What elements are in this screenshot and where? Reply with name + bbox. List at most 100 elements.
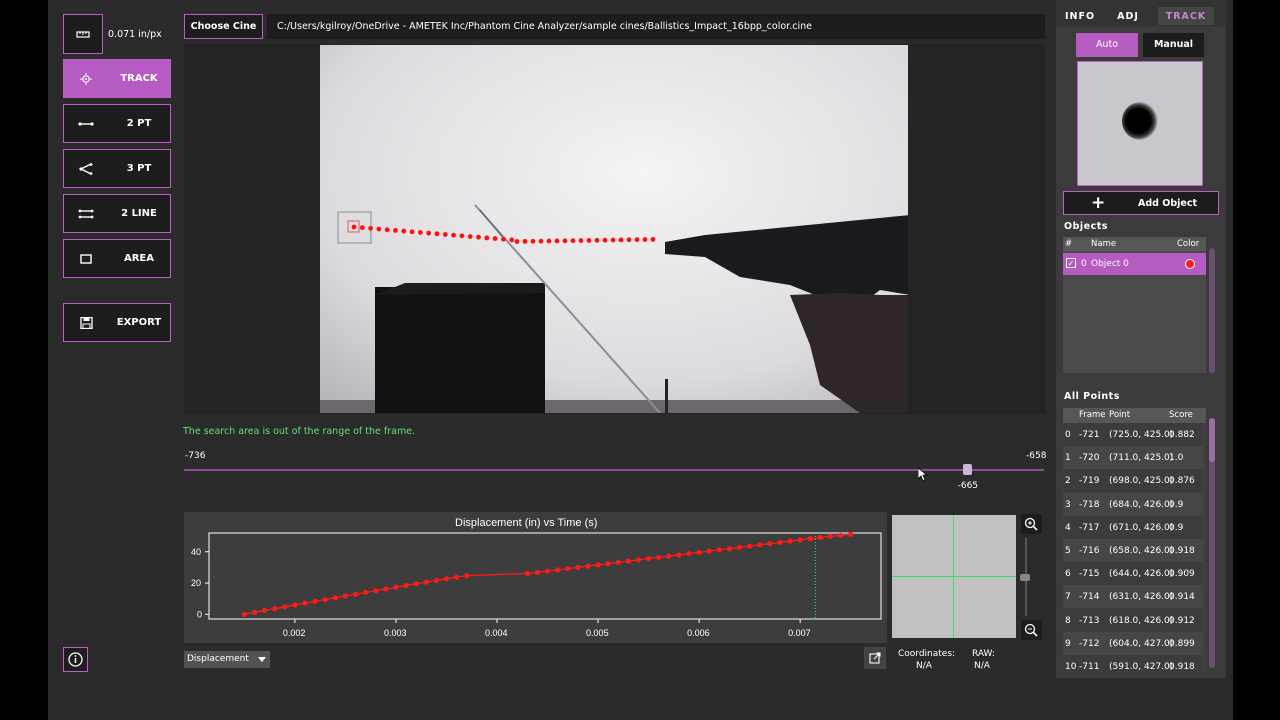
track-dot [594,237,600,243]
add-object-button[interactable]: + Add Object [1063,191,1219,215]
point-index: 10 [1065,662,1077,672]
tool-2pt-button[interactable]: 2 PT [63,104,171,143]
data-point [615,559,621,565]
data-point [807,536,813,542]
point-row[interactable]: 1 -720 (711.0, 425.0) 1.0 [1063,446,1203,470]
track-dot [426,230,432,236]
export-label: EXPORT [116,317,162,328]
track-dot [484,235,490,241]
track-dot [393,228,398,233]
point-index: 0 [1065,430,1071,440]
point-score: 1.0 [1169,453,1184,464]
timeline-handle[interactable] [962,464,972,475]
data-point [575,564,581,570]
point-row[interactable]: 5 -716 (658.0, 426.0) 0.918 [1063,539,1203,562]
data-point [322,597,328,603]
plot-select-value: Displacement [187,654,249,664]
x-tick-label: 0.002 [283,628,306,638]
point-point: (658.0, 426.0) [1109,546,1174,556]
object-row[interactable]: ✓ 0 Object 0 [1063,253,1206,275]
data-point [817,534,823,541]
data-point [544,568,551,574]
point-row[interactable]: 8 -713 (618.0, 426.0) 0.912 [1063,608,1203,632]
track-dot [546,238,552,244]
points-header: Frame Point Score [1063,408,1206,423]
timeline-min: -736 [185,451,206,461]
scale-button[interactable] [63,14,103,54]
data-point [332,595,338,601]
tab-info[interactable]: INFO [1060,7,1100,25]
three-point-icon [79,163,93,175]
data-point [443,576,450,582]
track-dot [509,237,515,243]
data-point [312,598,318,604]
track-dot [618,237,624,243]
mode-manual-button[interactable]: Manual [1143,33,1204,57]
object-name: Object 0 [1091,259,1129,269]
point-index: 1 [1065,453,1071,464]
data-point [716,547,722,553]
plot-select[interactable]: Displacement [184,651,270,668]
zoom-slider-handle[interactable] [1020,574,1030,581]
point-row[interactable]: 4 -717 (671.0, 426.0) 0.9 [1063,515,1203,539]
points-scrollbar-thumb[interactable] [1209,418,1215,462]
export-button[interactable]: EXPORT [63,303,171,342]
track-dot [442,232,448,237]
data-point [352,591,359,597]
info-button[interactable] [63,647,88,672]
zoom-out-button[interactable] [1021,620,1042,640]
point-row[interactable]: 10 -711 (591.0, 427.0) 0.918 [1063,655,1203,673]
point-frame: -720 [1079,453,1100,464]
object-checkbox[interactable]: ✓ [1066,258,1076,268]
data-point [747,543,753,549]
point-row[interactable]: 9 -712 (604.0, 427.0) 0.899 [1063,631,1203,655]
point-score: 0.918 [1169,662,1195,672]
preview-crosshair-v [953,515,954,638]
track-dot [570,238,576,244]
scale-value: 0.071 in/px [108,29,162,40]
displacement-chart[interactable]: Displacement (in) vs Time (s) 0.002 0.003 0… [184,512,887,643]
video-viewport[interactable] [184,44,1045,414]
x-tick-label: 0.003 [384,628,407,638]
tab-adj[interactable]: ADJ [1108,7,1148,25]
point-point: (711.0, 425.0) [1109,453,1174,464]
point-point: (684.0, 426.0) [1109,499,1174,510]
point-row[interactable]: 3 -718 (684.0, 426.0) 0.9 [1063,492,1203,516]
point-row[interactable]: 2 -719 (698.0, 425.0) 0.876 [1063,469,1203,493]
timeline-track[interactable]: -665 [184,464,1044,491]
track-dot [384,227,390,233]
cine-path-field[interactable]: C:/Users/kgilroy/OneDrive - AMETEK Inc/P… [267,14,1045,39]
data-point [433,577,439,583]
points-scrollbar[interactable] [1209,418,1215,668]
choose-cine-button[interactable]: Choose Cine [184,14,263,39]
objects-scrollbar[interactable] [1209,248,1215,373]
tool-label: TRACK [120,73,158,84]
y-tick-label: 0 [197,609,202,619]
tool-area-button[interactable]: AREA [63,239,171,278]
data-point [625,558,631,564]
point-row[interactable]: 6 -715 (644.0, 426.0) 0.909 [1063,562,1203,586]
tool-3pt-button[interactable]: 3 PT [63,149,171,188]
track-dot [642,237,648,242]
col-point: Point [1109,410,1131,420]
tool-track-button[interactable]: TRACK [63,59,171,98]
add-object-label: Add Object [1138,198,1198,209]
point-row[interactable]: 0 -721 (725.0, 425.0) 0.882 [1063,423,1203,446]
object-color-swatch[interactable] [1185,259,1195,269]
popout-button[interactable] [864,647,886,669]
video-frame[interactable] [320,45,908,413]
tool-2line-button[interactable]: 2 LINE [63,194,171,233]
object-index: 0 [1081,259,1087,269]
point-frame: -716 [1079,546,1100,556]
zoom-in-button[interactable] [1021,514,1042,534]
all-points-title: All Points [1064,391,1120,402]
mode-auto-button[interactable]: Auto [1076,33,1138,57]
coordinates-label: Coordinates: [898,649,956,659]
coordinates-value: N/A [916,661,932,671]
point-row[interactable]: 7 -714 (631.0, 426.0) 0.914 [1063,585,1203,609]
track-dot [650,237,656,242]
col-index: # [1065,239,1073,249]
track-dot [376,226,382,232]
track-dot [459,233,465,239]
tab-track[interactable]: TRACK [1158,7,1214,25]
